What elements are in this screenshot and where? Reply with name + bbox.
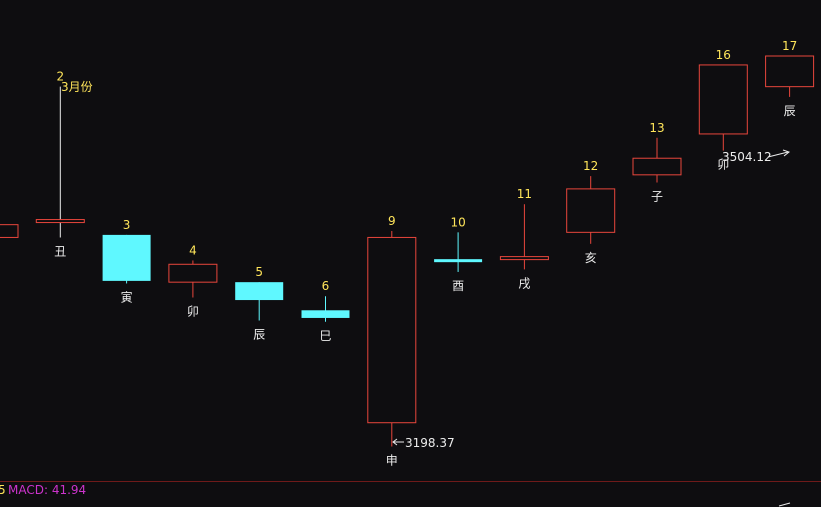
low-price-annotation: 3198.37 <box>392 436 455 450</box>
low-price-label: 3198.37 <box>405 436 455 450</box>
candle-branch-label: 亥 <box>585 251 597 265</box>
candles-layer: 7戌2丑3寅4卯5辰6巳9申10酉11戌12亥13子16卯17辰 <box>0 39 815 468</box>
candle-4: 4卯 <box>168 243 218 319</box>
candle-6: 6巳 <box>301 279 350 343</box>
candle-8: 10 酉 <box>434 215 483 293</box>
candle-9: 11 戌 <box>499 187 549 290</box>
candle-day-label: 17 <box>782 39 797 53</box>
month-label: 3月份 <box>61 80 93 94</box>
high-price-label: 3504.12 <box>722 150 772 164</box>
candle-day-label: 16 <box>716 48 731 62</box>
candle-7: 9申 <box>367 214 417 468</box>
candle-1: 7戌 <box>0 224 19 258</box>
candle-branch-label: 丑 <box>54 244 66 258</box>
candle-body <box>698 64 748 135</box>
high-price-annotation: 3504.12 <box>722 149 791 164</box>
candle-branch-label: 申 <box>386 454 398 468</box>
candle-branch-label: 辰 <box>253 328 265 342</box>
candlestick-chart: 7戌2丑3寅4卯5辰6巳9申10酉11戌12亥13子16卯17辰 3月份 319… <box>0 39 821 507</box>
candle-day-label: 4 <box>189 243 197 257</box>
candle-3: 3寅 <box>102 218 151 304</box>
candle-body <box>0 224 19 238</box>
candle-day-label: 3 <box>123 218 131 232</box>
candle-body <box>35 219 85 224</box>
candle-body <box>168 263 218 283</box>
cursor-mark <box>778 502 791 507</box>
candle-10: 12 亥 <box>566 159 616 265</box>
candle-body <box>632 157 682 176</box>
macd-left-fragment: 5 <box>0 483 6 497</box>
candle-branch-label: 戌 <box>518 276 530 290</box>
candle-body <box>301 310 350 318</box>
candle-day-label: 10 <box>450 215 465 229</box>
candle-11: 13 子 <box>632 121 682 204</box>
macd-label: MACD: 41.94 <box>8 483 86 497</box>
candle-day-label: 12 <box>583 159 598 173</box>
candle-body <box>499 256 549 261</box>
candle-day-label: 6 <box>322 279 330 293</box>
candle-day-label: 11 <box>517 187 532 201</box>
candle-body <box>102 234 151 281</box>
candle-2: 2丑 <box>35 70 85 258</box>
candle-day-label: 9 <box>388 214 396 228</box>
candle-branch-label: 巳 <box>319 329 331 343</box>
candle-body <box>434 259 483 263</box>
candle-branch-label: 寅 <box>121 289 133 304</box>
candle-branch-label: 卯 <box>187 305 199 319</box>
candle-body <box>566 188 616 233</box>
candle-body <box>235 282 284 301</box>
candle-body <box>367 236 417 424</box>
candle-branch-label: 子 <box>651 190 663 204</box>
candle-day-label: 13 <box>649 121 664 135</box>
candle-13: 17 辰 <box>765 39 815 118</box>
candle-5: 5辰 <box>235 265 284 342</box>
candle-body <box>765 55 815 88</box>
candle-branch-label: 辰 <box>784 104 796 118</box>
candle-day-label: 5 <box>255 265 263 279</box>
candle-branch-label: 酉 <box>452 279 464 293</box>
